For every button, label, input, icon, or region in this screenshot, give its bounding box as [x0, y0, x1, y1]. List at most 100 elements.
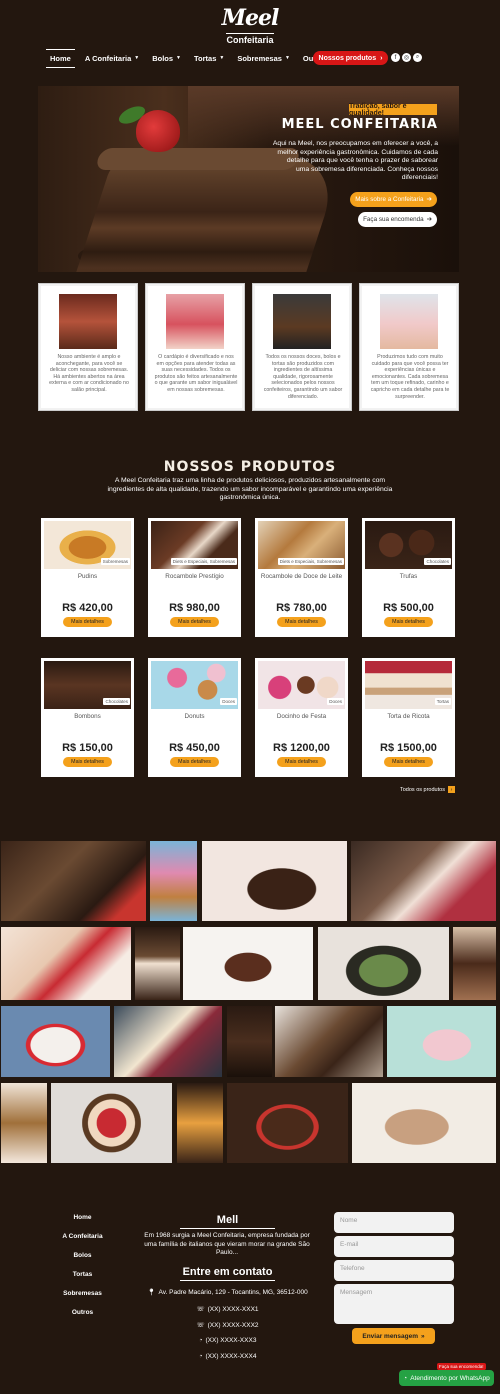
facebook-icon[interactable]: f: [391, 53, 400, 62]
send-message-button[interactable]: Enviar mensagem»: [352, 1328, 435, 1344]
nav-item-sobremesas[interactable]: Sobremesas ▼: [234, 52, 293, 65]
message-field[interactable]: Mensagem: [334, 1284, 454, 1324]
gallery-image[interactable]: [51, 1083, 172, 1163]
product-name: Rocambole de Doce de Leite: [260, 573, 343, 580]
phone-text: (XX) XXXX-XXX3: [205, 1337, 257, 1344]
whatsapp-button[interactable]: ◔ Atendimento por WhatsApp: [399, 1370, 494, 1386]
feature-image: [380, 294, 438, 349]
feature-card: O cardápio é diversificado e nos em opçõ…: [145, 283, 245, 411]
nav-item-bolos[interactable]: Bolos ▼: [149, 52, 184, 65]
product-card[interactable]: Diets e Especiais, Sobremesas Rocambole …: [255, 518, 348, 637]
gallery-image[interactable]: [1, 841, 146, 921]
about-title: Mell: [180, 1214, 275, 1229]
chevron-right-icon: ›: [380, 54, 383, 62]
product-price: R$ 450,00: [169, 742, 220, 754]
details-button[interactable]: Mais detalhes: [277, 617, 326, 627]
product-card[interactable]: Doces Docinho de Festa R$ 1200,00 Mais d…: [255, 658, 348, 777]
gallery-image[interactable]: [318, 927, 449, 1000]
details-button[interactable]: Mais detalhes: [170, 617, 219, 627]
nav-item-confeitaria[interactable]: A Confeitaria ▼: [82, 52, 142, 65]
details-button[interactable]: Mais detalhes: [170, 757, 219, 767]
whatsapp-icon: ◔: [403, 1374, 408, 1382]
hero-title: MEEL CONFEITARIA: [281, 117, 438, 132]
feature-text: O cardápio é diversificado e nos em opçõ…: [154, 354, 238, 393]
gallery-image[interactable]: [114, 1006, 222, 1077]
gallery-image[interactable]: [453, 927, 496, 1000]
feature-image: [273, 294, 331, 349]
gallery-image[interactable]: [202, 841, 347, 921]
search-icon[interactable]: ⌕: [413, 53, 422, 62]
button-label: Enviar mensagem: [362, 1332, 418, 1340]
name-field[interactable]: Nome: [334, 1212, 454, 1233]
gallery-image[interactable]: [1, 1006, 110, 1077]
product-name: Donuts: [184, 713, 205, 720]
details-button[interactable]: Mais detalhes: [63, 757, 112, 767]
gallery-image[interactable]: [135, 927, 180, 1000]
whatsapp-tooltip: Faça sua encomenda!: [437, 1363, 486, 1370]
chevron-right-icon: ›: [447, 786, 455, 793]
product-card[interactable]: Sobremesas Pudins R$ 420,00 Mais detalhe…: [41, 518, 134, 637]
footer-link-tortas[interactable]: Tortas: [55, 1271, 110, 1278]
address-text: Av. Padre Macário, 129 - Tocantins, MG, …: [158, 1288, 308, 1296]
gallery-image[interactable]: [387, 1006, 496, 1077]
nav-label: Tortas: [194, 53, 217, 63]
product-card[interactable]: Doces Donuts R$ 450,00 Mais detalhes: [148, 658, 241, 777]
about-button[interactable]: Mais sobre a Confeitaria ➔: [350, 192, 437, 207]
feature-image: [59, 294, 117, 349]
product-card[interactable]: Tortas Torta de Ricota R$ 1500,00 Mais d…: [362, 658, 455, 777]
gallery-image[interactable]: [227, 1083, 348, 1163]
brand-logo[interactable]: Meel Confeitaria: [0, 6, 500, 48]
footer-link-sobremesas[interactable]: Sobremesas: [55, 1290, 110, 1297]
feature-image: [166, 294, 224, 349]
category-badge: Doces: [220, 698, 237, 705]
instagram-icon[interactable]: ◎: [402, 53, 411, 62]
footer-link-bolos[interactable]: Bolos: [55, 1252, 110, 1259]
product-card[interactable]: Chocolates Trufas R$ 500,00 Mais detalhe…: [362, 518, 455, 637]
gallery-image[interactable]: [177, 1083, 223, 1163]
nav-label: Bolos: [152, 53, 174, 63]
footer-link-confeitaria[interactable]: A Confeitaria: [55, 1233, 110, 1240]
whatsapp-line[interactable]: ◔ (XX) XXXX-XXX4: [140, 1353, 315, 1360]
product-name: Bombons: [74, 713, 101, 720]
gallery-image[interactable]: [1, 927, 131, 1000]
gallery-image[interactable]: [150, 841, 197, 921]
gallery-image[interactable]: [352, 1083, 496, 1163]
gallery-image[interactable]: [351, 841, 496, 921]
brand-name: Meel: [221, 5, 280, 31]
details-button[interactable]: Mais detalhes: [384, 617, 433, 627]
footer-link-outros[interactable]: Outros: [55, 1309, 110, 1316]
nav-item-home[interactable]: Home: [46, 48, 75, 68]
main-nav: Home A Confeitaria ▼ Bolos ▼ Tortas ▼ Sobre…: [46, 48, 338, 68]
chevron-down-icon: ▼: [219, 55, 225, 61]
hero-text: Aqui na Meel, nos preocupamos em oferece…: [272, 140, 438, 181]
order-button[interactable]: Faça sua encomenda ➔: [358, 212, 437, 227]
details-button[interactable]: Mais detalhes: [63, 617, 112, 627]
whatsapp-line[interactable]: ◔ (XX) XXXX-XXX3: [140, 1337, 315, 1344]
nossos-produtos-button[interactable]: Nossos produtos ›: [313, 51, 388, 65]
hero-tag: Tradição, sabor e qualidade!: [349, 103, 437, 117]
phone-line[interactable]: ☏ (XX) XXXX-XXX2: [140, 1321, 315, 1330]
product-card[interactable]: Diets e Especiais, Sobremesas Rocambole …: [148, 518, 241, 637]
gallery-image[interactable]: [275, 1006, 383, 1077]
email-field[interactable]: E-mail: [334, 1236, 454, 1257]
brand-subtitle: Confeitaria: [226, 33, 274, 45]
details-button[interactable]: Mais detalhes: [277, 757, 326, 767]
gallery-image[interactable]: [227, 1006, 272, 1077]
product-card[interactable]: Chocolates Bombons R$ 150,00 Mais detalh…: [41, 658, 134, 777]
footer-link-home[interactable]: Home: [55, 1214, 110, 1221]
product-name: Pudins: [77, 573, 98, 580]
category-badge: Chocolates: [103, 698, 130, 705]
button-label: Mais sobre a Confeitaria: [355, 196, 424, 203]
chevron-down-icon: ▼: [176, 55, 181, 61]
phone-icon: ☏: [196, 1322, 205, 1329]
gallery-image[interactable]: [1, 1083, 47, 1163]
gallery-image[interactable]: [183, 927, 313, 1000]
nav-item-tortas[interactable]: Tortas ▼: [191, 52, 227, 65]
phone-field[interactable]: Telefone: [334, 1260, 454, 1281]
phone-line[interactable]: ☏ (XX) XXXX-XXX1: [140, 1305, 315, 1314]
details-button[interactable]: Mais detalhes: [384, 757, 433, 767]
product-price: R$ 1200,00: [273, 742, 330, 754]
all-products-link[interactable]: Todos os produtos ›: [400, 786, 455, 793]
arrow-right-icon: ➔: [426, 196, 432, 203]
product-name: Rocambole Prestígio: [165, 573, 224, 580]
